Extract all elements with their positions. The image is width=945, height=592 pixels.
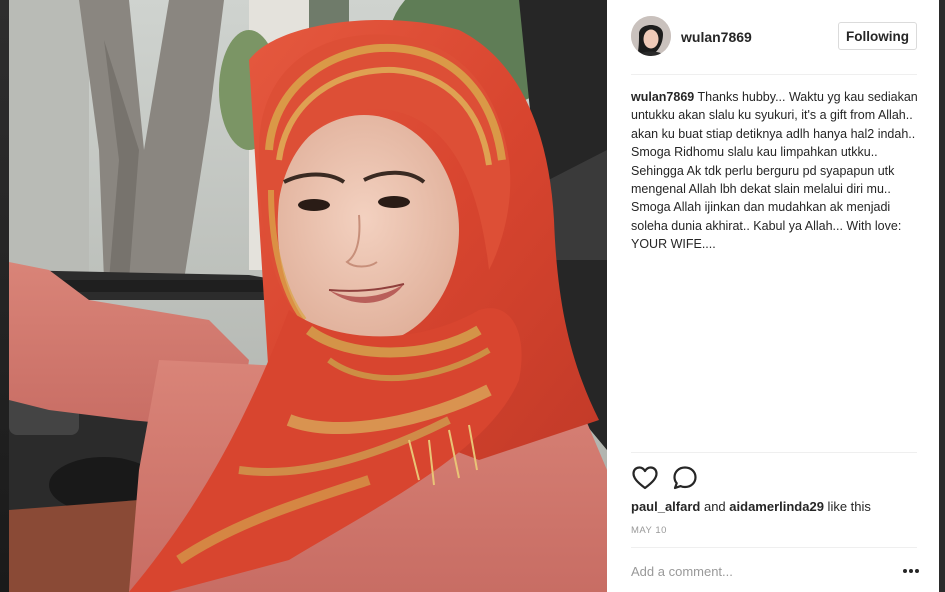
- post-actions: [631, 464, 917, 492]
- following-button[interactable]: Following: [838, 22, 917, 50]
- post-photo[interactable]: [9, 0, 607, 592]
- post-caption: wulan7869 Thanks hubby... Waktu yg kau s…: [631, 88, 921, 254]
- heart-icon[interactable]: [631, 464, 659, 492]
- more-options-icon[interactable]: [900, 563, 922, 579]
- avatar-image: [631, 16, 671, 56]
- instagram-post-modal: wulan7869 Following wulan7869 Thanks hub…: [0, 0, 945, 592]
- comment-divider: [631, 547, 917, 548]
- caption-username[interactable]: wulan7869: [631, 90, 694, 104]
- post-header: wulan7869 Following: [607, 0, 939, 74]
- avatar[interactable]: [631, 16, 671, 56]
- background-overlay: [0, 0, 9, 592]
- likes-connector: and: [700, 499, 730, 514]
- post-date[interactable]: MAY 10: [631, 525, 667, 536]
- comment-bubble-icon[interactable]: [671, 464, 699, 492]
- likes-suffix: like this: [823, 499, 871, 514]
- actions-divider: [631, 452, 917, 453]
- like-user-1[interactable]: paul_alfard: [631, 499, 700, 514]
- likes-line: paul_alfard and aidamerlinda29 like this: [631, 499, 871, 514]
- background-overlay-right: [939, 0, 945, 592]
- header-divider: [631, 74, 917, 75]
- post-details-panel: wulan7869 Following wulan7869 Thanks hub…: [607, 0, 939, 592]
- photo-image: [9, 0, 607, 592]
- post-username[interactable]: wulan7869: [681, 29, 752, 45]
- add-comment-input[interactable]: [631, 562, 871, 580]
- like-user-2[interactable]: aidamerlinda29: [729, 499, 824, 514]
- caption-text: Thanks hubby... Waktu yg kau sediakan un…: [631, 90, 918, 252]
